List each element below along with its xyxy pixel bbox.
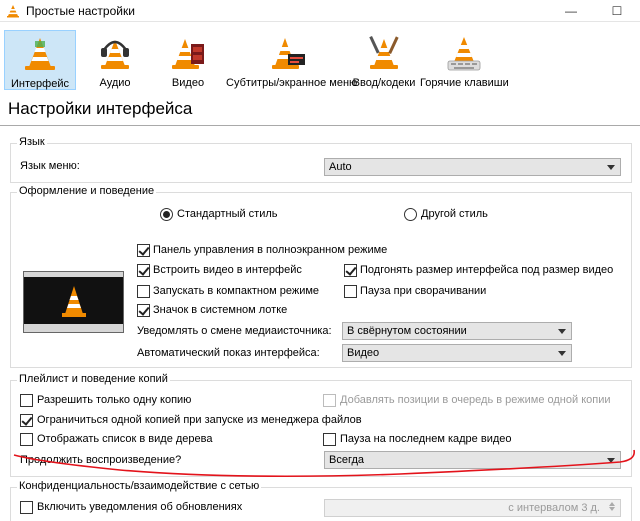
group-title: Язык — [17, 136, 47, 148]
auto-raise-label: Автоматический показ интерфейса: — [137, 347, 320, 359]
maximize-button[interactable]: ☐ — [594, 0, 640, 22]
embed-video-label: Встроить видео в интерфейс — [153, 264, 302, 276]
updates-checkbox[interactable] — [20, 501, 33, 514]
tab-label: Ввод/кодеки — [352, 77, 416, 89]
spinner-arrows-icon — [606, 501, 618, 515]
window-title: Простые настройки — [26, 4, 135, 18]
vlc-cone-subtitles-icon — [272, 38, 305, 69]
group-title: Плейлист и поведение копий — [17, 373, 170, 385]
updates-label: Включить уведомления об обновлениях — [37, 501, 243, 513]
skins-style-label: Другой стиль — [421, 208, 488, 220]
resize-interface-label: Подгонять размер интерфейса под размер в… — [360, 264, 614, 276]
category-toolbar: Интерфейс Аудио Видео Субтитры/экранное … — [0, 26, 640, 94]
tab-audio[interactable]: Аудио — [80, 30, 150, 90]
auto-raise-value: Видео — [347, 347, 380, 359]
pause-minimized-checkbox[interactable] — [344, 285, 357, 298]
pause-minimized-label: Пауза при сворачивании — [360, 285, 487, 297]
tab-label: Горячие клавиши — [420, 77, 509, 89]
enqueue-checkbox[interactable] — [323, 394, 336, 407]
resize-interface-checkbox[interactable] — [344, 264, 357, 277]
preview-menu-bar — [24, 272, 123, 277]
vlc-cone-icon — [7, 5, 19, 18]
tree-view-checkbox[interactable] — [20, 433, 33, 446]
tab-video[interactable]: Видео — [154, 30, 222, 90]
auto-raise-select[interactable]: Видео — [342, 344, 572, 362]
native-style-radio[interactable] — [160, 208, 173, 221]
tab-label: Аудио — [99, 77, 131, 89]
fullscreen-controls-checkbox[interactable] — [137, 244, 150, 257]
tab-subtitles[interactable]: Субтитры/экранное меню — [226, 30, 358, 90]
notify-change-label: Уведомлять о смене медиаисточника: — [137, 325, 332, 337]
continue-playback-value: Всегда — [329, 454, 365, 466]
vlc-cone-interface-icon — [25, 38, 55, 70]
menu-language-label: Язык меню: — [20, 160, 80, 172]
file-manager-instance-label: Ограничиться одной копией при запуске из… — [37, 414, 362, 426]
notify-change-select[interactable]: В свёрнутом состоянии — [342, 322, 572, 340]
tab-label: Субтитры/экранное меню — [226, 77, 358, 89]
tab-interface[interactable]: Интерфейс — [4, 30, 76, 90]
native-style-label: Стандартный стиль — [177, 208, 278, 220]
one-instance-checkbox[interactable] — [20, 394, 33, 407]
update-interval-value: с интервалом 3 д. — [508, 502, 600, 514]
divider — [0, 125, 640, 126]
pause-last-frame-checkbox[interactable] — [323, 433, 336, 446]
continue-playback-select[interactable]: Всегда — [324, 451, 621, 469]
continue-playback-label: Продолжить воспроизведение? — [20, 454, 182, 466]
chevron-down-icon — [607, 458, 615, 463]
vlc-cone-icon — [62, 286, 86, 317]
systray-checkbox[interactable] — [137, 304, 150, 317]
page-title: Настройки интерфейса — [8, 99, 193, 118]
chevron-down-icon — [607, 165, 615, 170]
file-manager-instance-checkbox[interactable] — [20, 414, 33, 427]
fullscreen-controls-label: Панель управления в полноэкранном режиме — [153, 244, 388, 256]
enqueue-label: Добавлять позиции в очередь в режиме одн… — [340, 394, 611, 406]
vlc-cone-headphones-icon — [101, 40, 129, 69]
tab-label: Интерфейс — [11, 78, 69, 90]
minimize-button[interactable]: — — [548, 0, 594, 22]
title-bar: Простые настройки — ☐ — [0, 0, 640, 22]
pause-last-frame-label: Пауза на последнем кадре видео — [340, 433, 512, 445]
vlc-cone-film-icon — [172, 39, 204, 69]
chevron-down-icon — [558, 329, 566, 334]
tab-input-codecs[interactable]: Ввод/кодеки — [352, 30, 416, 90]
vlc-cone-tools-icon — [369, 35, 399, 69]
compact-mode-checkbox[interactable] — [137, 285, 150, 298]
tab-hotkeys[interactable]: Горячие клавиши — [420, 30, 509, 90]
systray-label: Значок в системном лотке — [153, 304, 288, 316]
group-title: Оформление и поведение — [17, 185, 157, 197]
update-interval-spinbox[interactable]: с интервалом 3 д. — [324, 499, 621, 517]
preview-controls-bar — [24, 324, 123, 332]
tab-label: Видео — [171, 77, 205, 89]
interface-preview-image — [23, 271, 124, 333]
notify-change-value: В свёрнутом состоянии — [347, 325, 467, 337]
vlc-cone-hotkeys-icon — [447, 37, 481, 71]
skins-style-radio[interactable] — [404, 208, 417, 221]
tree-view-label: Отображать список в виде дерева — [37, 433, 213, 445]
one-instance-label: Разрешить только одну копию — [37, 394, 192, 406]
group-title: Конфиденциальность/взаимодействие с сеть… — [17, 480, 262, 492]
menu-language-select[interactable]: Auto — [324, 158, 621, 176]
compact-mode-label: Запускать в компактном режиме — [153, 285, 320, 297]
embed-video-checkbox[interactable] — [137, 264, 150, 277]
chevron-down-icon — [558, 351, 566, 356]
menu-language-value: Auto — [329, 161, 352, 173]
